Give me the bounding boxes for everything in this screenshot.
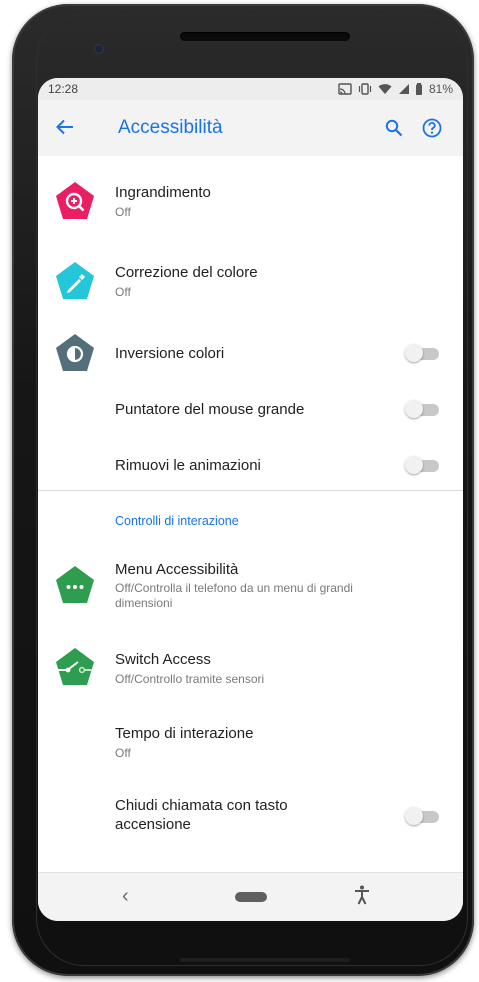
color-inversion-icon (54, 332, 96, 374)
search-button[interactable] (375, 119, 413, 137)
toggle-thumb (405, 344, 423, 362)
item-label: Menu Accessibilità (115, 561, 239, 578)
battery-percent: 81% (428, 82, 453, 96)
toggle-thumb (405, 400, 423, 418)
toggle-thumb (405, 807, 423, 825)
item-summary: Off (115, 205, 131, 219)
list-item-color-correction[interactable]: Correzione del colore Off (38, 250, 463, 316)
switch-access-icon (54, 646, 96, 688)
home-pill-icon[interactable] (235, 892, 267, 902)
item-label: Puntatore del mouse grande (115, 401, 305, 418)
cast-icon (338, 83, 352, 95)
bottom-speaker (180, 958, 350, 962)
status-time: 12:28 (48, 82, 79, 96)
app-toolbar: Accessibilità (38, 100, 463, 156)
nav-back-button[interactable]: ‹ (122, 885, 129, 908)
large-pointer-toggle[interactable] (405, 400, 439, 418)
signal-icon (398, 84, 409, 94)
list-item-remove-animations[interactable]: Rimuovi le animazioni (38, 438, 463, 494)
status-icons: 81% (338, 82, 453, 96)
item-summary: Off/Controllo tramite sensori (115, 672, 265, 686)
front-camera (94, 44, 104, 54)
item-label: Inversione colori (115, 345, 225, 362)
item-label: Chiudi chiamata con tasto accensione (115, 797, 288, 833)
list-item-large-mouse-pointer[interactable]: Puntatore del mouse grande (38, 382, 463, 438)
help-icon (422, 118, 442, 138)
section-header: Controlli di interazione (115, 514, 239, 528)
device-screen: 12:28 81% Accessibilità Ingrandimento Of… (38, 78, 463, 921)
item-label: Ingrandimento (115, 184, 211, 201)
settings-list: Ingrandimento Off Correzione del colore … (38, 156, 463, 836)
accessibility-button-icon (355, 885, 369, 905)
power-button-ends-call-toggle[interactable] (405, 807, 439, 825)
item-summary: Off (115, 746, 131, 760)
back-button[interactable] (56, 116, 96, 140)
status-bar: 12:28 81% (38, 78, 463, 100)
item-summary: Off/Controlla il telefono da un menu di … (115, 581, 353, 610)
color-correction-icon (54, 260, 96, 302)
toggle-thumb (405, 456, 423, 474)
wifi-icon (378, 84, 392, 94)
item-label: Tempo di interazione (115, 725, 254, 742)
list-item-magnification[interactable]: Ingrandimento Off (38, 170, 463, 236)
item-label: Rimuovi le animazioni (115, 457, 261, 474)
help-button[interactable] (413, 118, 451, 138)
item-label: Switch Access (115, 651, 211, 668)
arrow-back-icon (56, 119, 73, 135)
list-item-interaction-timing[interactable]: Tempo di interazione Off (38, 712, 463, 776)
earpiece-speaker (180, 32, 350, 41)
navigation-bar: ‹ (38, 872, 463, 921)
accessibility-button[interactable] (354, 885, 370, 910)
list-item-color-inversion[interactable]: Inversione colori (38, 326, 463, 382)
magnification-icon (54, 180, 96, 222)
item-label: Correzione del colore (115, 264, 258, 281)
list-item-switch-access[interactable]: Switch Access Off/Controllo tramite sens… (38, 636, 463, 702)
section-divider (38, 490, 463, 491)
accessibility-menu-icon (54, 564, 96, 606)
color-inversion-toggle[interactable] (405, 344, 439, 362)
page-title: Accessibilità (118, 117, 223, 138)
battery-icon (415, 83, 422, 95)
list-item-accessibility-menu[interactable]: Menu Accessibilità Off/Controlla il tele… (38, 552, 463, 624)
vibrate-icon (358, 83, 372, 95)
search-icon (385, 119, 403, 137)
remove-animations-toggle[interactable] (405, 456, 439, 474)
list-item-power-button-ends-call[interactable]: Chiudi chiamata con tasto accensione (38, 784, 463, 848)
item-summary: Off (115, 285, 131, 299)
